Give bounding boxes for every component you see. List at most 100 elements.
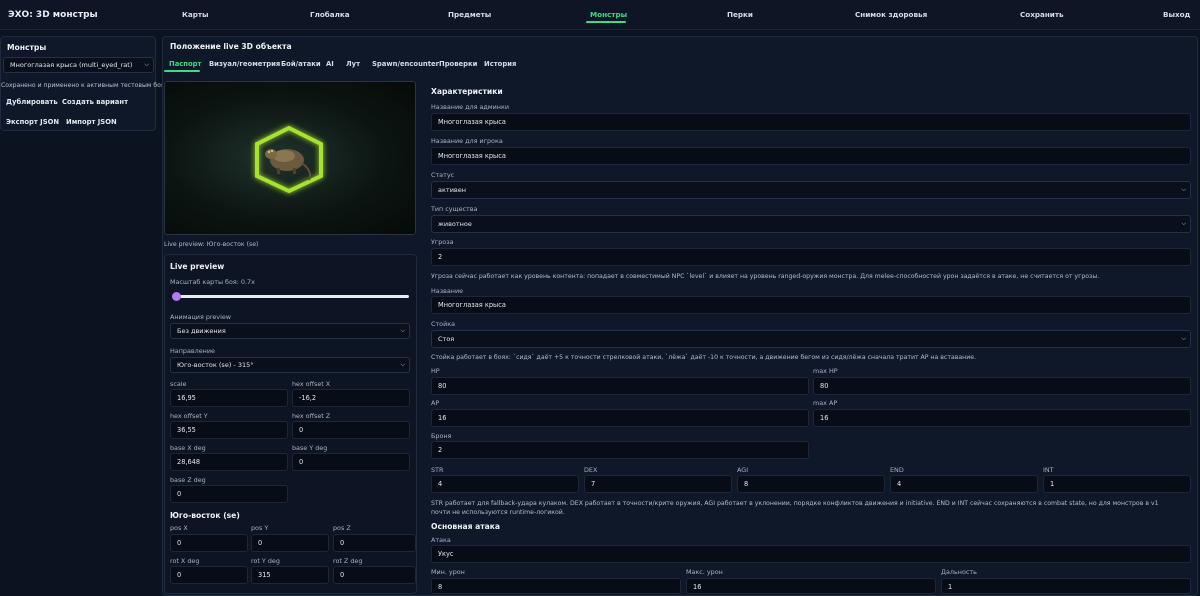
import-json-button[interactable]: Импорт JSON — [66, 118, 117, 126]
chevron-down-icon: ⌵ — [1181, 186, 1186, 193]
max-hp-input[interactable]: 80 — [813, 377, 1191, 395]
map-scale-slider-thumb[interactable] — [172, 292, 181, 301]
min-damage-input[interactable]: 8 — [431, 578, 681, 594]
stance-label: Стойка — [431, 320, 456, 328]
animation-select[interactable]: Без движения ⌵ — [170, 323, 410, 339]
end-input[interactable]: 4 — [890, 475, 1038, 493]
nav-exit[interactable]: Выход — [1163, 10, 1190, 19]
status-select-value: активен — [438, 186, 466, 194]
max-ap-input[interactable]: 16 — [813, 409, 1191, 427]
nav-perks[interactable]: Перки — [727, 10, 753, 19]
hex-offset-x-input[interactable]: -16,2 — [292, 389, 410, 407]
stance-select[interactable]: Стоя ⌵ — [431, 330, 1191, 348]
max-hp-label: max HP — [813, 367, 838, 375]
tab-spawn[interactable]: Spawn/encounter — [372, 60, 439, 68]
live-3d-preview[interactable] — [164, 81, 416, 235]
pos-y-input[interactable]: 0 — [251, 534, 329, 552]
nav-health-snapshot[interactable]: Снимок здоровья — [855, 10, 927, 19]
base-y-input[interactable]: 0 — [292, 453, 410, 471]
tab-ai[interactable]: AI — [326, 60, 334, 68]
nav-items[interactable]: Предметы — [448, 10, 491, 19]
creature-type-select[interactable]: животное ⌵ — [431, 215, 1191, 233]
tab-passport[interactable]: Паспорт — [169, 60, 201, 68]
map-scale-slider-track[interactable] — [176, 295, 409, 298]
hex-offset-z-input[interactable]: 0 — [292, 421, 410, 439]
name-label: Название — [431, 287, 464, 295]
creature-type-select-value: животное — [438, 220, 472, 228]
hp-input[interactable]: 80 — [431, 377, 809, 395]
agi-input[interactable]: 8 — [737, 475, 885, 493]
admin-name-input[interactable]: Многоглазая крыса — [431, 113, 1191, 131]
threat-input[interactable]: 2 — [431, 248, 1191, 266]
str-input[interactable]: 4 — [431, 475, 579, 493]
agi-label: AGI — [737, 466, 749, 474]
rot-y-input[interactable]: 315 — [251, 566, 329, 584]
creature-type-label: Тип существа — [431, 205, 478, 213]
attack-input[interactable]: Укус — [431, 545, 1191, 563]
min-damage-label: Мин. урон — [431, 568, 465, 576]
export-json-button[interactable]: Экспорт JSON — [6, 118, 59, 126]
base-z-label: base Z deg — [170, 476, 206, 484]
base-x-input[interactable]: 28,648 — [170, 453, 288, 471]
range-input[interactable]: 1 — [941, 578, 1191, 594]
armor-input[interactable]: 2 — [431, 441, 809, 459]
pos-z-input[interactable]: 0 — [333, 534, 416, 552]
tab-combat[interactable]: Бой/атаки — [281, 60, 321, 68]
pos-x-label: pos X — [170, 524, 188, 532]
dex-label: DEX — [584, 466, 598, 474]
threat-note: Угроза сейчас работает как уровень конте… — [431, 273, 1100, 280]
ap-label: AP — [431, 399, 440, 407]
se-title: Юго-восток (se) — [170, 511, 240, 520]
main-attack-title: Основная атака — [431, 522, 501, 531]
stance-note: Стойка работает в боях: `сидя` даёт +5 к… — [431, 354, 977, 361]
hex-tile-graphic — [255, 125, 323, 194]
name-input[interactable]: Многоглазая крыса — [431, 296, 1191, 314]
top-bar: ЭХО: 3D монстры Карты Глобалка Предметы … — [0, 0, 1200, 30]
rat-model — [265, 149, 312, 181]
chevron-down-icon: ⌵ — [400, 327, 405, 334]
main-title: Положение live 3D объекта — [170, 42, 292, 51]
monster-select-value: Многоглазая крыса (multi_eyed_rat) — [10, 61, 133, 69]
nav-monsters[interactable]: Монстры — [590, 10, 627, 19]
hex-offset-y-input[interactable]: 36,55 — [170, 421, 288, 439]
player-name-label: Название для игрока — [431, 137, 503, 145]
nav-maps[interactable]: Карты — [182, 10, 209, 19]
tab-active-indicator — [164, 70, 200, 72]
rot-x-label: rot X deg — [170, 557, 200, 565]
max-ap-label: max AP — [813, 399, 838, 407]
live-preview-title: Live preview — [170, 262, 225, 271]
int-input[interactable]: 1 — [1043, 475, 1191, 493]
admin-name-label: Название для админки — [431, 103, 509, 111]
hp-label: HP — [431, 367, 440, 375]
base-z-input[interactable]: 0 — [170, 485, 288, 503]
dex-input[interactable]: 7 — [584, 475, 732, 493]
create-variant-button[interactable]: Создать вариант — [62, 98, 128, 106]
map-scale-label: Масштаб карты боя: 0.7x — [170, 278, 255, 286]
player-name-input[interactable]: Многоглазая крыса — [431, 147, 1191, 165]
attributes-note: STR работает для fallback-удара кулаком.… — [431, 500, 1159, 516]
tab-history[interactable]: История — [484, 60, 516, 68]
duplicate-button[interactable]: Дублировать — [6, 98, 58, 106]
pos-x-input[interactable]: 0 — [170, 534, 248, 552]
rot-z-label: rot Z deg — [333, 557, 363, 565]
direction-select-value: Юго-восток (se) - 315° — [177, 361, 254, 369]
ap-input[interactable]: 16 — [431, 409, 809, 427]
end-label: END — [890, 466, 904, 474]
monsters-sidebar: Монстры Многоглазая крыса (multi_eyed_ra… — [0, 36, 169, 131]
tab-visual[interactable]: Визуал/геометрия — [209, 60, 280, 68]
chevron-down-icon: ⌵ — [1181, 335, 1186, 342]
tab-checks[interactable]: Проверки — [439, 60, 477, 68]
animation-label: Анимация preview — [170, 313, 232, 321]
rot-x-input[interactable]: 0 — [170, 566, 248, 584]
monster-select[interactable]: Многоглазая крыса (multi_eyed_rat) ⌵ — [3, 57, 154, 73]
nav-global[interactable]: Глобалка — [310, 10, 350, 19]
scale-input[interactable]: 16,95 — [170, 389, 288, 407]
nav-save[interactable]: Сохранить — [1020, 10, 1064, 19]
range-label: Дальность — [941, 568, 977, 576]
max-damage-input[interactable]: 16 — [686, 578, 936, 594]
direction-select[interactable]: Юго-восток (se) - 315° ⌵ — [170, 357, 410, 373]
preview-caption: Live preview: Юго-восток (se) — [164, 241, 259, 248]
rot-z-input[interactable]: 0 — [333, 566, 416, 584]
status-select[interactable]: активен ⌵ — [431, 181, 1191, 199]
tab-loot[interactable]: Лут — [346, 60, 360, 68]
